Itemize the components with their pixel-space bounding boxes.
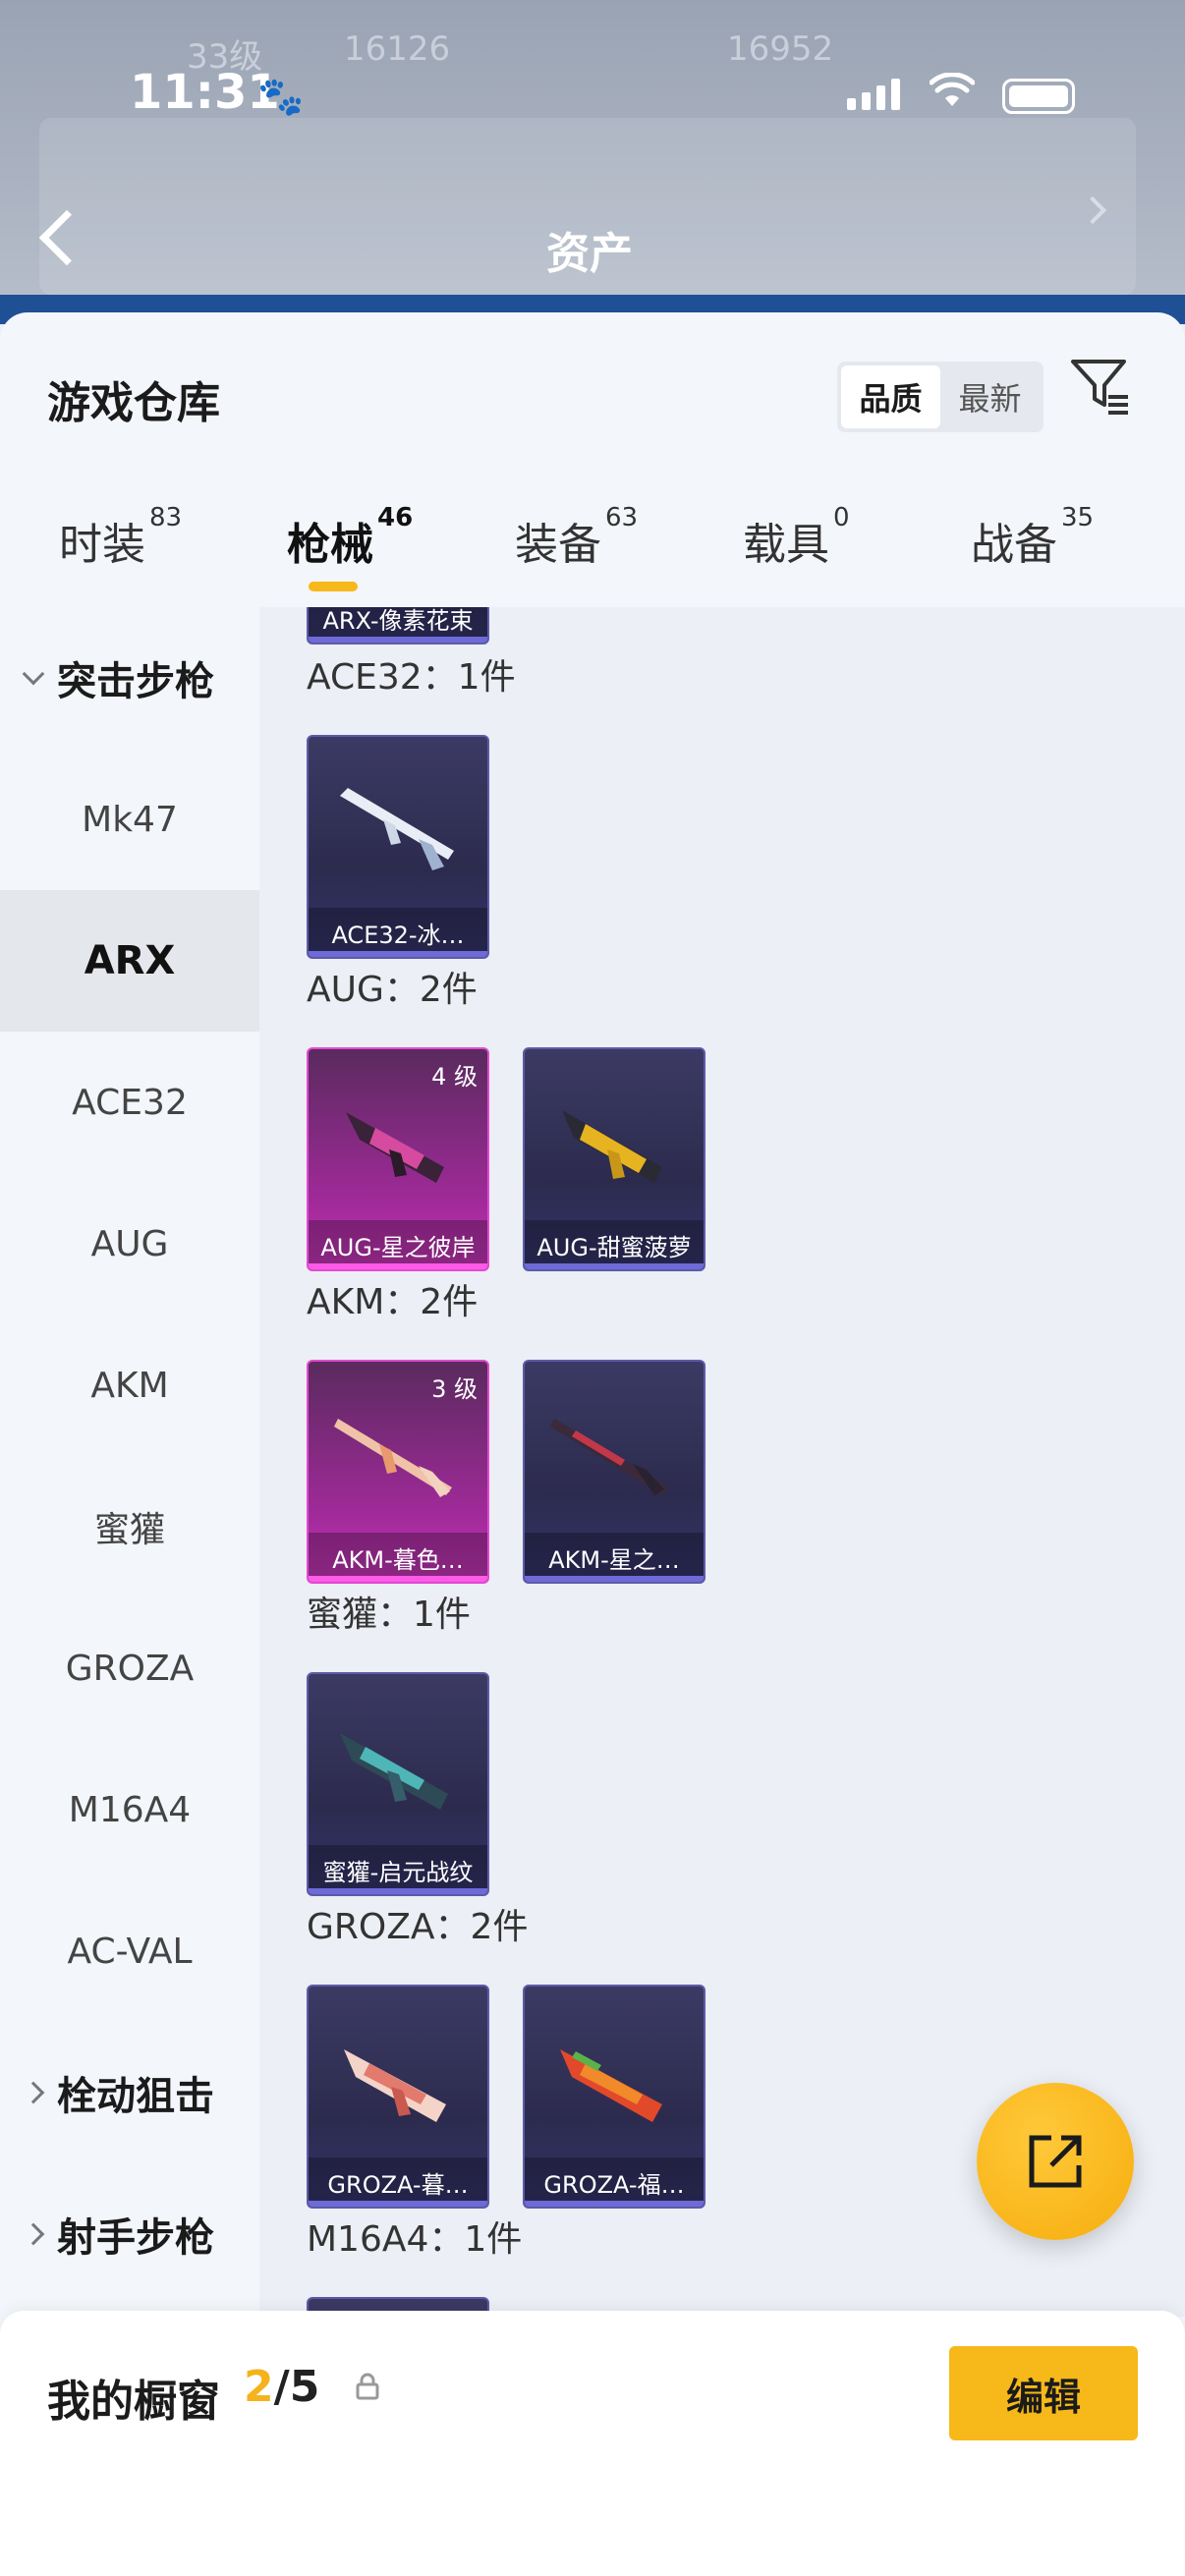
section-label: GROZA：2件 bbox=[307, 1907, 529, 1947]
section-label: AKM：2件 bbox=[307, 1282, 479, 1322]
card-rarity-bar bbox=[525, 1263, 704, 1269]
section-label: 蜜獾：1件 bbox=[307, 1595, 471, 1635]
card-rarity-bar bbox=[525, 2201, 704, 2207]
rifle-icon bbox=[334, 1419, 452, 1497]
chevron-down-icon bbox=[22, 662, 45, 686]
section-label: M16A4：1件 bbox=[307, 2219, 523, 2260]
weapon-card-name: GROZA-暮… bbox=[309, 2157, 487, 2207]
tab-weapons[interactable]: 枪械46 bbox=[287, 503, 413, 572]
share-icon bbox=[1029, 2135, 1082, 2188]
rifle-icon bbox=[344, 2049, 446, 2122]
weapon-card-name: AKM-星之… bbox=[525, 1533, 704, 1582]
sidebar-group-marksman-rifle[interactable]: 射手步枪 bbox=[0, 2163, 259, 2305]
rifle-icon bbox=[550, 1419, 668, 1495]
card-rarity-bar bbox=[309, 1263, 487, 1269]
card-rarity-bar bbox=[309, 951, 487, 957]
sidebar-item-ac-val[interactable]: AC-VAL bbox=[0, 1880, 259, 2022]
weapon-type-sidebar: 突击步枪 Mk47 ARX ACE32 AUG AKM 蜜獾 GROZA M16… bbox=[0, 607, 259, 2317]
weapon-card[interactable]: AUG-甜蜜菠萝 bbox=[523, 1047, 705, 1271]
showcase-label: 我的橱窗 bbox=[47, 2377, 220, 2427]
sidebar-item-akm[interactable]: AKM bbox=[0, 1315, 259, 1456]
lock-icon bbox=[356, 2373, 379, 2400]
weapon-grid: ARX-像素花束 ACE32：1件 ACE32-冰… AUG：2件 4 级 AU… bbox=[259, 607, 1185, 2317]
card-rarity-bar bbox=[309, 1576, 487, 1582]
rifle-icon bbox=[562, 1110, 662, 1183]
paw-icon: 🐾 bbox=[257, 75, 305, 118]
weapon-card[interactable]: AKM-星之… bbox=[523, 1360, 705, 1584]
sort-toggle: 品质 最新 bbox=[837, 362, 1044, 432]
chevron-right-icon bbox=[22, 2222, 45, 2246]
card-rarity-bar bbox=[525, 1576, 704, 1582]
rifle-icon bbox=[560, 2049, 662, 2122]
showcase-bar: 我的橱窗 2/5 编辑 bbox=[0, 2311, 1185, 2576]
status-bar: 11:31 🐾 bbox=[0, 0, 1185, 120]
weapon-card-name: AUG-甜蜜菠萝 bbox=[525, 1220, 704, 1269]
showcase-count: 2/5 bbox=[244, 2362, 320, 2412]
weapon-card-name: AKM-暮色… bbox=[309, 1533, 487, 1582]
sort-newest-button[interactable]: 最新 bbox=[940, 365, 1040, 428]
warehouse-sheet: 游戏仓库 品质 最新 时装83 枪械46 装备63 载具0 战备35 突击步枪 … bbox=[0, 312, 1185, 2576]
weapon-card[interactable]: GROZA-暮… bbox=[307, 1985, 489, 2209]
chevron-right-icon bbox=[22, 2081, 45, 2104]
share-button[interactable] bbox=[977, 2083, 1134, 2240]
edit-button[interactable]: 编辑 bbox=[949, 2346, 1138, 2440]
weapon-card-name: GROZA-福… bbox=[525, 2157, 704, 2207]
weapon-card[interactable]: ARX-像素花束 bbox=[307, 607, 489, 644]
weapon-card[interactable]: 4 级 AUG-星之彼岸 bbox=[307, 1047, 489, 1271]
weapon-card-name: ACE32-冰… bbox=[309, 908, 487, 957]
weapon-card[interactable]: GROZA-福… bbox=[523, 1985, 705, 2209]
weapon-level-badge: 4 级 bbox=[431, 1063, 478, 1091]
sidebar-item-ace32[interactable]: ACE32 bbox=[0, 1032, 259, 1173]
tab-gear[interactable]: 战备35 bbox=[971, 503, 1094, 572]
sidebar-item-aug[interactable]: AUG bbox=[0, 1173, 259, 1315]
sidebar-item-honey-badger[interactable]: 蜜獾 bbox=[0, 1456, 259, 1597]
weapon-level-badge: 3 级 bbox=[431, 1375, 478, 1403]
tab-vehicles[interactable]: 载具0 bbox=[743, 503, 850, 572]
weapon-card[interactable]: ACE32-冰… bbox=[307, 735, 489, 959]
card-rarity-bar bbox=[309, 637, 487, 643]
tab-equipment[interactable]: 装备63 bbox=[515, 503, 638, 572]
background-header: 33级 16126 16952 资产 11:31 🐾 bbox=[0, 0, 1185, 324]
category-tabs: 时装83 枪械46 装备63 载具0 战备35 bbox=[0, 499, 1185, 597]
sidebar-item-mk47[interactable]: Mk47 bbox=[0, 749, 259, 890]
sort-quality-button[interactable]: 品质 bbox=[841, 365, 940, 428]
weapon-card[interactable]: 蜜獾-启元战纹 bbox=[307, 1672, 489, 1896]
rifle-icon bbox=[340, 788, 454, 870]
active-tab-indicator bbox=[309, 582, 358, 591]
sidebar-item-groza[interactable]: GROZA bbox=[0, 1597, 259, 1739]
weapon-card-name: 蜜獾-启元战纹 bbox=[309, 1845, 487, 1894]
rifle-icon bbox=[340, 1733, 448, 1810]
sidebar-group-bolt-sniper[interactable]: 栓动狙击 bbox=[0, 2022, 259, 2163]
weapon-card-name: AUG-星之彼岸 bbox=[309, 1220, 487, 1269]
sidebar-item-m16a4[interactable]: M16A4 bbox=[0, 1739, 259, 1880]
background-title: 资产 bbox=[546, 229, 633, 279]
section-label: ACE32：1件 bbox=[307, 657, 516, 698]
card-rarity-bar bbox=[309, 2201, 487, 2207]
sidebar-item-arx[interactable]: ARX bbox=[0, 890, 259, 1032]
section-label: AUG：2件 bbox=[307, 970, 478, 1010]
tab-fashion[interactable]: 时装83 bbox=[59, 503, 182, 572]
weapon-card[interactable]: 3 级 AKM-暮色… bbox=[307, 1360, 489, 1584]
card-rarity-bar bbox=[309, 1888, 487, 1894]
filter-icon[interactable] bbox=[1069, 356, 1132, 419]
rifle-icon bbox=[346, 1112, 444, 1183]
wifi-icon bbox=[930, 73, 975, 106]
sheet-header: 游戏仓库 品质 最新 时装83 枪械46 装备63 载具0 战备35 bbox=[0, 312, 1185, 607]
battery-icon bbox=[1002, 79, 1075, 114]
signal-icon bbox=[847, 79, 900, 110]
sidebar-group-assault-rifle[interactable]: 突击步枪 bbox=[0, 607, 259, 749]
sheet-title: 游戏仓库 bbox=[47, 378, 220, 428]
